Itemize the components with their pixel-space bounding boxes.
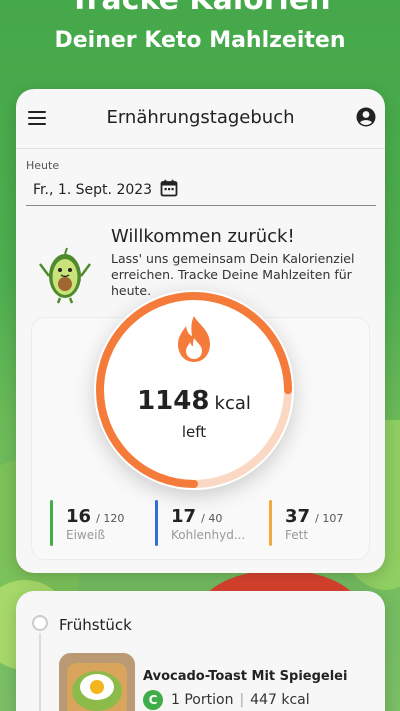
avocado-mascot-icon [38, 236, 92, 304]
timeline-dot [32, 615, 48, 631]
calendar-icon[interactable] [160, 179, 178, 197]
carbs-label: Kohlenhyd... [171, 528, 246, 542]
protein-bar [50, 500, 53, 546]
app-bar: Ernährungstagebuch [16, 89, 385, 149]
calories-left-value: 1148 [137, 386, 210, 416]
food-meta: C 1 Portion | 447 kcal [143, 689, 310, 710]
hero-title: Tracke Kalorien [0, 0, 400, 17]
carbs-goal: / 40 [201, 512, 223, 525]
food-name: Avocado-Toast Mit Spiegelei [143, 669, 348, 684]
calories-unit: kcal [214, 393, 251, 414]
food-kcal: 447 kcal [250, 691, 310, 708]
carbs-bar [155, 500, 158, 546]
fat-bar [269, 500, 272, 546]
food-portion: 1 Portion [171, 691, 234, 708]
date-label: Heute [26, 159, 60, 172]
protein-label: Eiweiß [66, 528, 106, 542]
protein-goal: / 120 [96, 512, 125, 525]
account-circle-icon[interactable] [356, 107, 376, 127]
welcome-title: Willkommen zurück! [111, 226, 295, 247]
category-badge: C [143, 689, 163, 710]
calorie-ring[interactable]: 1148 kcal left [94, 290, 294, 490]
timeline-line [39, 633, 41, 711]
meal-title: Frühstück [59, 616, 132, 634]
carbs-value: 17 [171, 506, 197, 527]
hero-subtitle: Deiner Keto Mahlzeiten [54, 28, 346, 53]
calories-left-caption: left [181, 423, 207, 441]
meta-separator: | [239, 691, 245, 708]
date-field[interactable]: Fr., 1. Sept. 2023 [26, 174, 376, 206]
protein-value: 16 [66, 506, 92, 527]
fat-value: 37 [285, 506, 311, 527]
date-value: Fr., 1. Sept. 2023 [33, 182, 153, 198]
food-image-avocado-toast[interactable] [59, 653, 135, 711]
meal-card-breakfast[interactable]: Frühstück Avocado-Toast Mit Spiegelei C1… [16, 591, 385, 711]
fat-goal: / 107 [315, 512, 344, 525]
flame-icon [172, 314, 216, 364]
page-title: Ernährungstagebuch [106, 107, 295, 128]
fat-label: Fett [285, 528, 309, 542]
